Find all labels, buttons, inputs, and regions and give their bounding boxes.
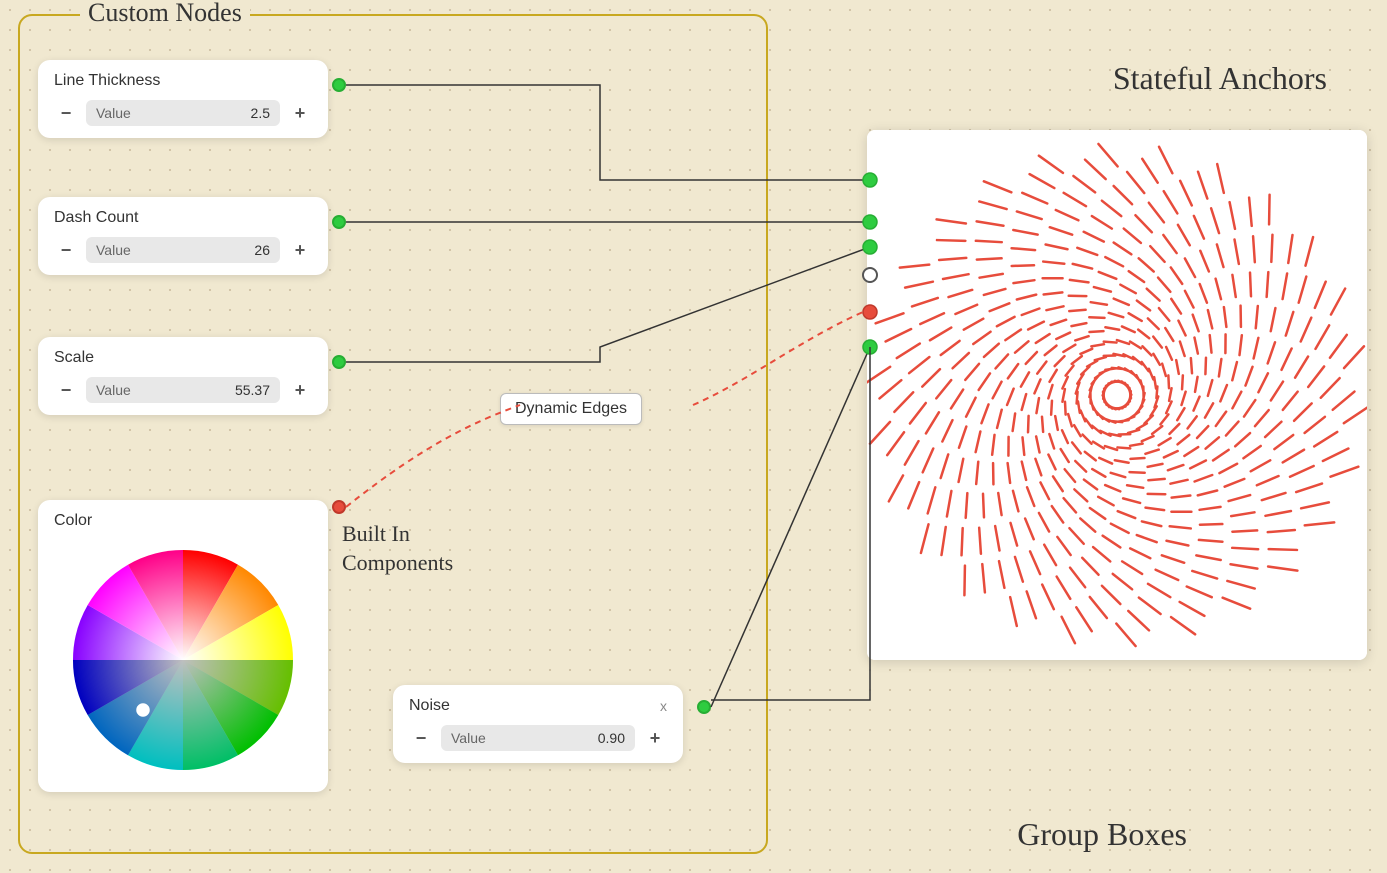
scale-input-label: Value [96, 382, 131, 398]
stateful-anchors-label: Stateful Anchors [1113, 60, 1327, 97]
line-thickness-value: 2.5 [251, 105, 270, 121]
noise-input-label: Value [451, 730, 486, 746]
scale-minus[interactable]: − [54, 378, 78, 402]
scale-title: Scale [54, 349, 312, 367]
dash-count-input[interactable]: Value 26 [86, 237, 280, 263]
dash-count-node: Dash Count − Value 26 + [38, 197, 328, 275]
dash-count-control: − Value 26 + [54, 237, 312, 263]
panel-title: Custom Nodes [80, 0, 250, 28]
visualization-panel: // This will be drawn with SVG elements … [867, 130, 1367, 660]
noise-input[interactable]: Value 0.90 [441, 725, 635, 751]
scale-plus[interactable]: + [288, 378, 312, 402]
line-thickness-plus[interactable]: + [288, 101, 312, 125]
dash-count-title: Dash Count [54, 209, 312, 227]
color-picker-indicator[interactable] [137, 704, 149, 716]
line-thickness-minus[interactable]: − [54, 101, 78, 125]
dash-count-value: 26 [254, 242, 270, 258]
line-thickness-output-dot[interactable] [332, 78, 346, 92]
noise-control: − Value 0.90 + [409, 725, 667, 751]
dash-count-minus[interactable]: − [54, 238, 78, 262]
dash-count-plus[interactable]: + [288, 238, 312, 262]
scale-control: − Value 55.37 + [54, 377, 312, 403]
noise-close-btn[interactable]: x [660, 698, 667, 714]
group-boxes-label: Group Boxes [1017, 816, 1187, 853]
dynamic-edges-label: Dynamic Edges [500, 393, 642, 425]
scale-value: 55.37 [235, 382, 270, 398]
noise-minus[interactable]: − [409, 726, 433, 750]
built-in-components-label: Built InComponents [342, 520, 453, 577]
noise-title: Noise [409, 697, 450, 715]
noise-plus[interactable]: + [643, 726, 667, 750]
color-node: Color [38, 500, 328, 792]
noise-value: 0.90 [598, 730, 625, 746]
noise-header: Noise x [409, 697, 667, 715]
line-thickness-input-label: Value [96, 105, 131, 121]
line-thickness-node: Line Thickness − Value 2.5 + [38, 60, 328, 138]
line-thickness-title: Line Thickness [54, 72, 312, 90]
noise-output-dot[interactable] [697, 700, 711, 714]
spiral-visualization: // This will be drawn with SVG elements … [867, 130, 1367, 660]
dash-count-output-dot[interactable] [332, 215, 346, 229]
noise-node: Noise x − Value 0.90 + [393, 685, 683, 763]
color-wheel-container [63, 540, 303, 780]
color-wheel-svg[interactable] [63, 540, 303, 780]
scale-input[interactable]: Value 55.37 [86, 377, 280, 403]
color-output-dot[interactable] [332, 500, 346, 514]
dash-count-input-label: Value [96, 242, 131, 258]
scale-node: Scale − Value 55.37 + [38, 337, 328, 415]
color-title: Color [54, 512, 312, 530]
line-thickness-input[interactable]: Value 2.5 [86, 100, 280, 126]
scale-output-dot[interactable] [332, 355, 346, 369]
line-thickness-control: − Value 2.5 + [54, 100, 312, 126]
